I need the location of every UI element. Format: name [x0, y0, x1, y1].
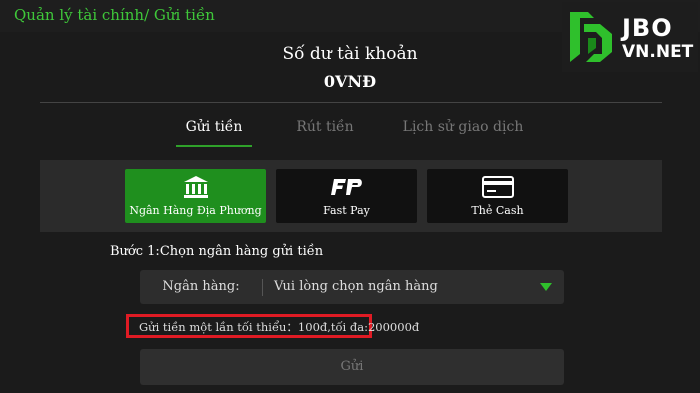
bank-select-value: Vui lòng chọn ngân hàng — [274, 279, 438, 294]
card-icon — [427, 175, 568, 199]
method-local-bank[interactable]: Ngân Hàng Địa Phương — [125, 169, 266, 223]
payment-methods: Ngân Hàng Địa Phương Fast Pay Thẻ Cash — [40, 160, 662, 232]
method-label: Ngân Hàng Địa Phương — [129, 204, 262, 217]
method-label: Fast Pay — [323, 204, 370, 217]
bank-select[interactable]: Ngân hàng: Vui lòng chọn ngân hàng — [140, 270, 564, 304]
step-instruction: Bước 1:Chọn ngân hàng gửi tiền — [110, 244, 324, 259]
tab-deposit[interactable]: Gửi tiền — [176, 119, 252, 135]
divider — [262, 279, 263, 296]
deposit-limit-highlight: Gửi tiền một lần tối thiểu：100đ,tối đa:2… — [126, 314, 419, 338]
deposit-limit-text: Gửi tiền một lần tối thiểu：100đ,tối đa:2… — [139, 320, 420, 334]
fastpay-icon — [276, 175, 417, 199]
balance-value: 0VNĐ — [323, 72, 377, 91]
chevron-down-icon[interactable] — [540, 283, 552, 291]
tab-bar: Gửi tiền Rút tiền Lịch sử giao dịch — [0, 119, 700, 149]
bank-select-label: Ngân hàng: — [162, 279, 240, 294]
method-fast-pay[interactable]: Fast Pay — [276, 169, 417, 223]
breadcrumb[interactable]: Quản lý tài chính/ Gửi tiền — [14, 6, 215, 24]
method-label: Thẻ Cash — [471, 204, 524, 217]
tab-transaction-history[interactable]: Lịch sử giao dịch — [396, 119, 530, 135]
balance-label: Số dư tài khoản — [282, 44, 418, 64]
method-cash-card[interactable]: Thẻ Cash — [427, 169, 568, 223]
tab-withdraw[interactable]: Rút tiền — [290, 119, 360, 135]
submit-button[interactable]: Gửi — [140, 349, 564, 385]
active-tab-indicator — [176, 145, 252, 147]
logo-text: JBO — [622, 14, 673, 42]
bank-icon — [125, 175, 266, 199]
divider — [40, 102, 662, 103]
